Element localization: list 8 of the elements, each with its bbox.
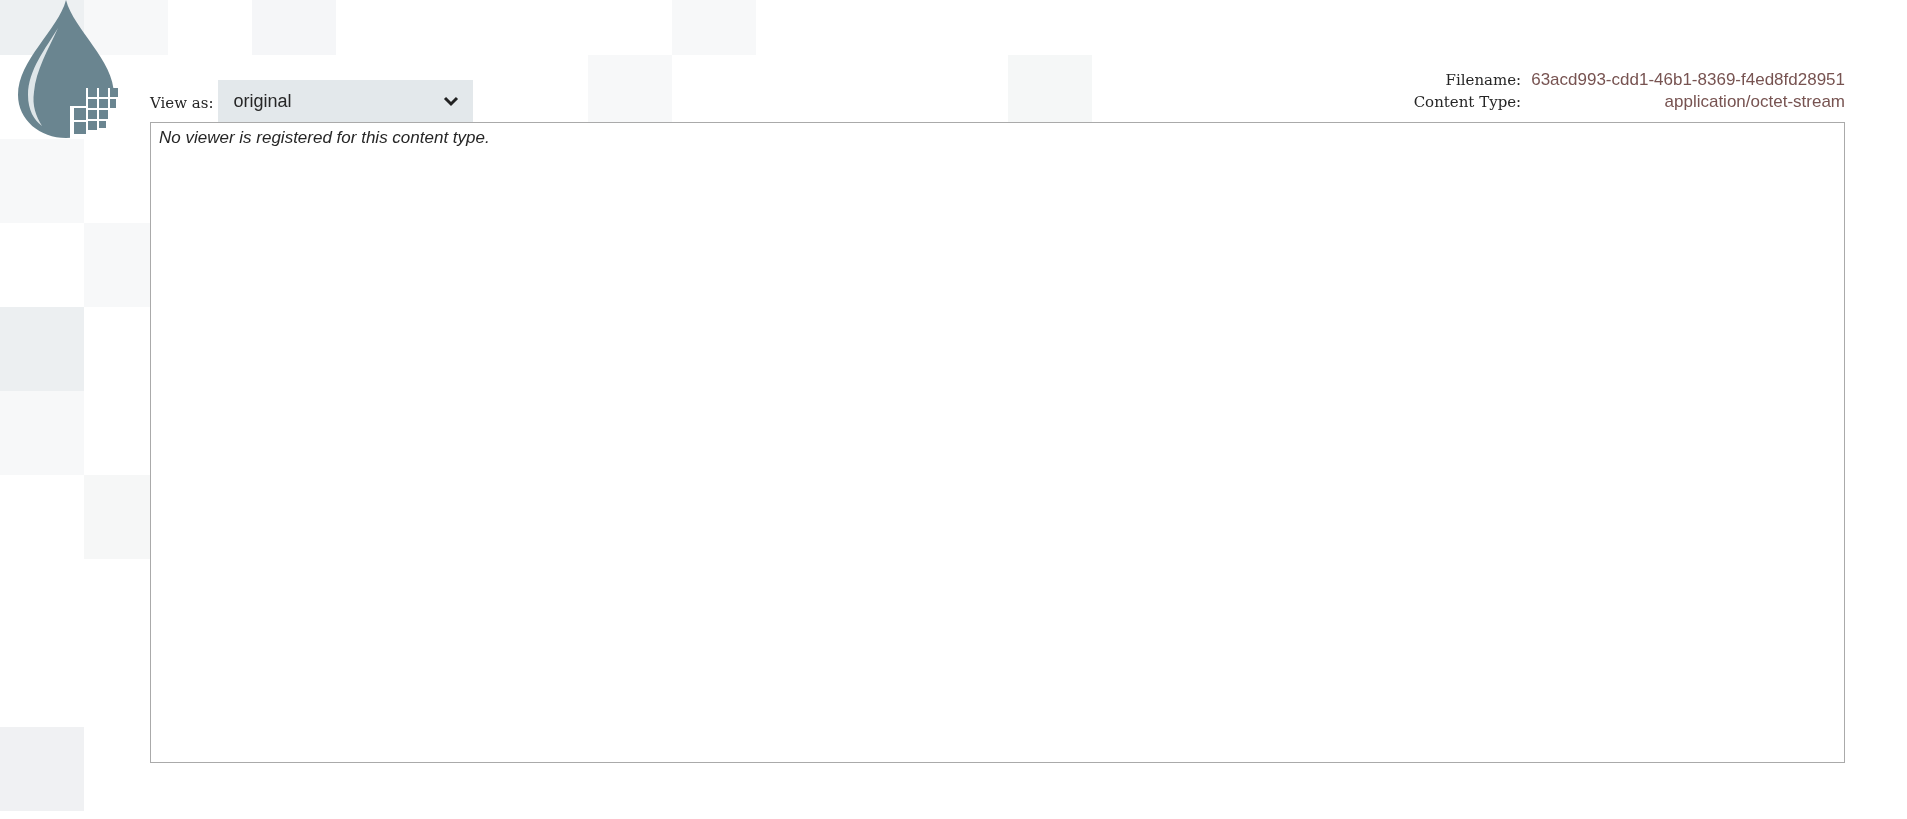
info-label: Content Type:: [1413, 92, 1522, 112]
info-value: application/octet-stream: [1664, 92, 1845, 112]
info-value: 63acd993-cdd1-46b1-8369-f4ed8fd28951: [1531, 70, 1845, 90]
info-label: Filename:: [1445, 70, 1522, 90]
view-as-dropdown[interactable]: original: [217, 80, 473, 122]
no-viewer-message: No viewer is registered for this content type.: [159, 128, 490, 147]
view-as-label: View as:: [150, 93, 214, 112]
chevron-down-icon: [442, 95, 459, 107]
